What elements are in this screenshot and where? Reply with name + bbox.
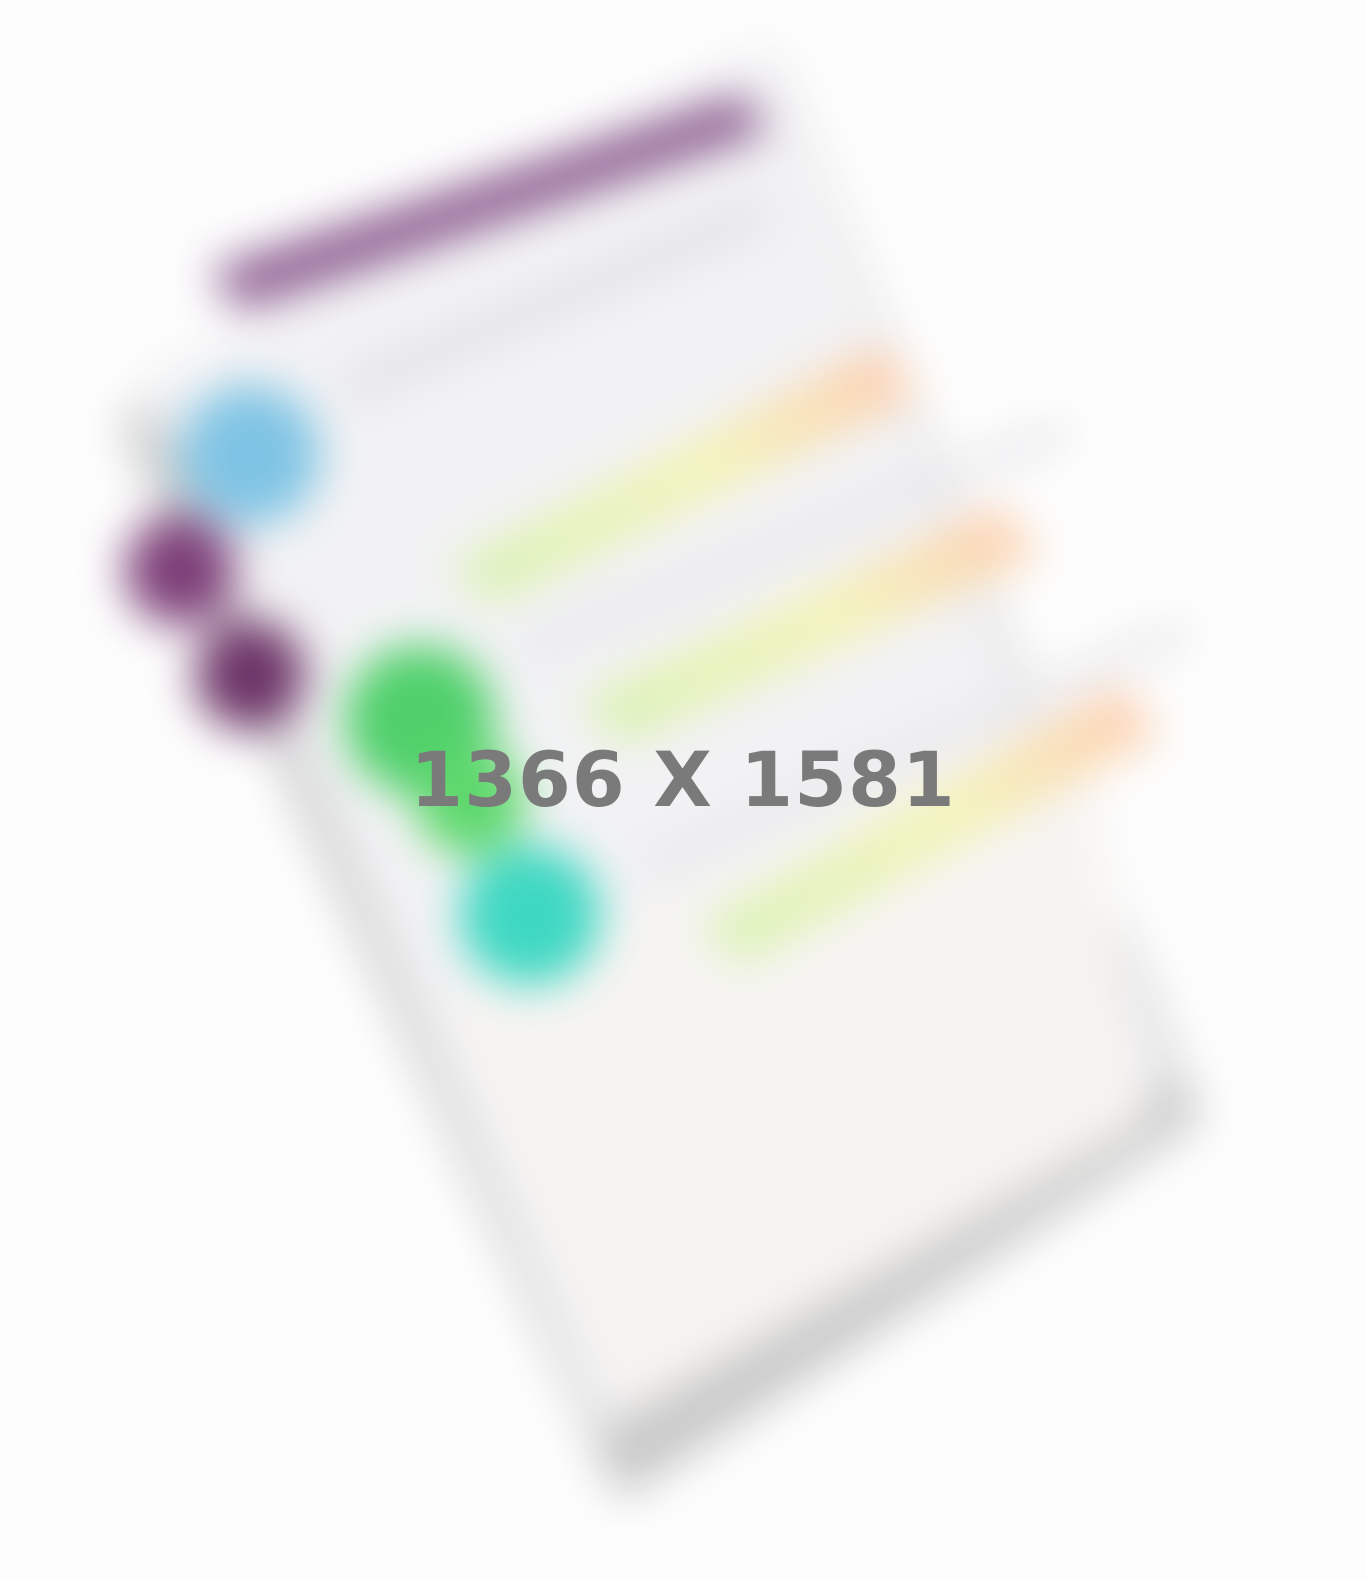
avatar-purple-2 [195,620,305,730]
placeholder-canvas: 1366 X 1581 [0,0,1366,1581]
dimension-label: 1366 X 1581 [410,735,956,824]
avatar-purple-1 [125,515,235,625]
avatar-teal [460,845,600,985]
avatar-blue [180,385,320,525]
